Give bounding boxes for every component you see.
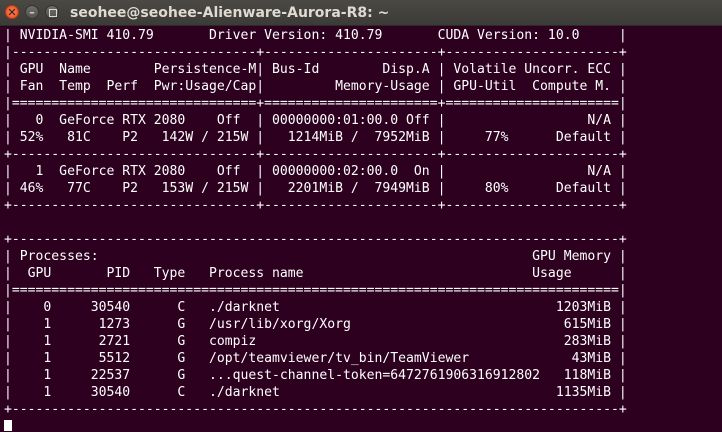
terminal-line: | 1 2721 G compiz 283MiB | — [4, 334, 627, 349]
close-window-button[interactable]: ✕ — [5, 5, 19, 19]
terminal-line: +---------------------------------------… — [4, 402, 627, 417]
terminal-line: | GPU PID Type Process name Usage | — [4, 266, 627, 281]
terminal-line: | GPU Name Persistence-M| Bus-Id Disp.A … — [4, 62, 627, 77]
terminal-line: +-------------------------------+-------… — [4, 198, 627, 213]
maximize-icon — [49, 9, 57, 17]
window-title: seohee@seohee-Alienware-Aurora-R8: ~ — [70, 5, 390, 21]
terminal-line: | 1 30540 C ./darknet 1135MiB | — [4, 385, 627, 400]
minimize-icon: – — [29, 6, 35, 19]
terminal-line: | 0 GeForce RTX 2080 Off | 00000000:01:0… — [4, 113, 627, 128]
terminal-line: | 1 22537 G ...quest-channel-token=64727… — [4, 368, 627, 383]
terminal-line: | 1 GeForce RTX 2080 Off | 00000000:02:0… — [4, 164, 627, 179]
terminal-line: +---------------------------------------… — [4, 232, 627, 247]
terminal-line: |=======================================… — [4, 283, 627, 298]
terminal-line: |===============================+=======… — [4, 96, 627, 111]
terminal-line: |-------------------------------+-------… — [4, 45, 627, 60]
terminal-line: | 46% 77C P2 153W / 215W | 2201MiB / 794… — [4, 181, 627, 196]
terminal-output[interactable]: | NVIDIA-SMI 410.79 Driver Version: 410.… — [0, 26, 722, 432]
maximize-window-button[interactable] — [45, 5, 59, 19]
terminal-cursor — [4, 420, 12, 431]
window-titlebar[interactable]: ✕ – seohee@seohee-Alienware-Aurora-R8: ~ — [0, 0, 722, 26]
minimize-window-button[interactable]: – — [25, 5, 39, 19]
terminal-line: | NVIDIA-SMI 410.79 Driver Version: 410.… — [4, 28, 627, 43]
terminal-line: | 1 1273 G /usr/lib/xorg/Xorg 615MiB | — [4, 317, 627, 332]
terminal-line: | Fan Temp Perf Pwr:Usage/Cap| Memory-Us… — [4, 79, 627, 94]
close-icon: ✕ — [7, 6, 17, 19]
terminal-line: | 0 30540 C ./darknet 1203MiB | — [4, 300, 627, 315]
terminal-line: | Processes: GPU Memory | — [4, 249, 627, 264]
terminal-scrollbar[interactable] — [704, 26, 722, 432]
terminal-line: | 1 5512 G /opt/teamviewer/tv_bin/TeamVi… — [4, 351, 627, 366]
terminal-line: +-------------------------------+-------… — [4, 147, 627, 162]
terminal-line: | 52% 81C P2 142W / 215W | 1214MiB / 795… — [4, 130, 627, 145]
